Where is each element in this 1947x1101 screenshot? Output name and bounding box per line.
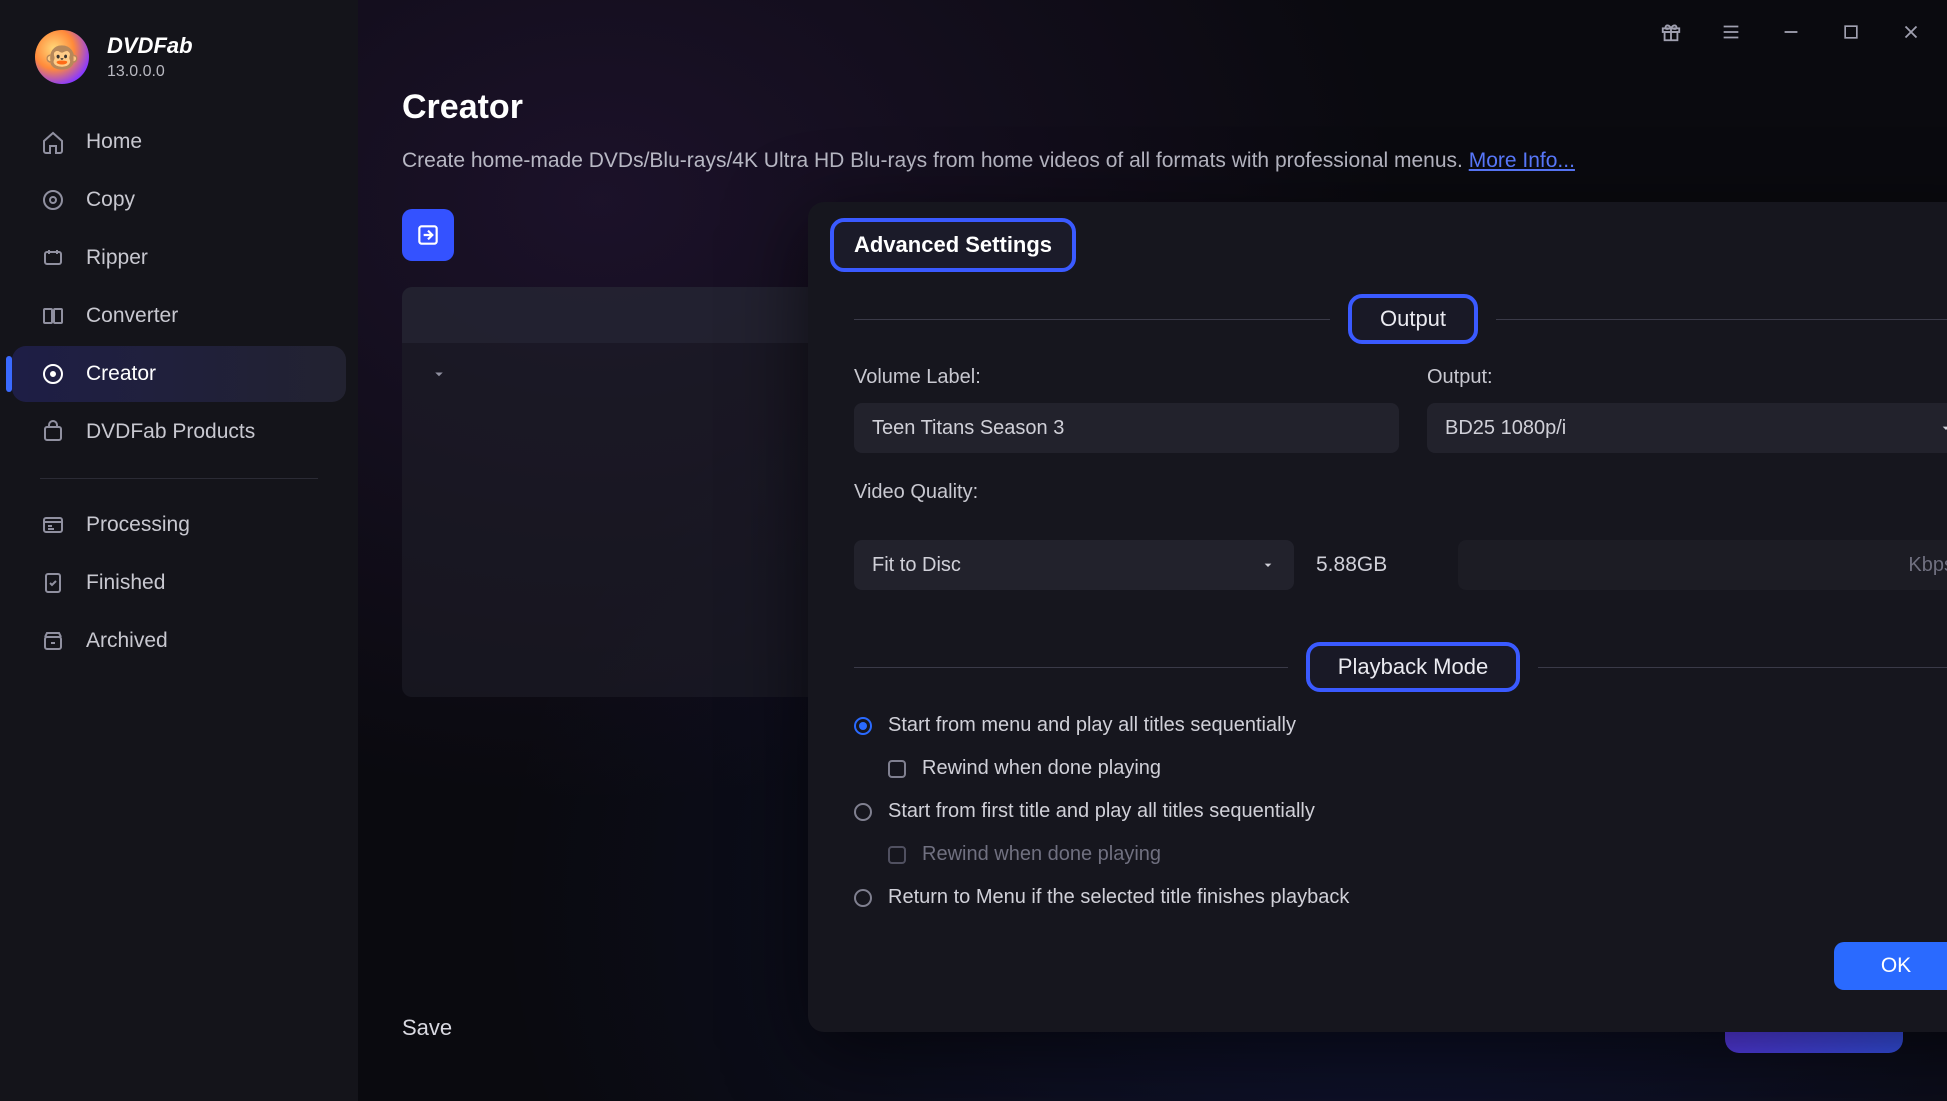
app-frame: 🐵 DVDFab 13.0.0.0 Home Copy xyxy=(0,0,1947,1101)
close-icon[interactable] xyxy=(1893,14,1929,50)
video-quality-select[interactable]: Fit to Disc xyxy=(854,540,1294,590)
sidebar-item-processing[interactable]: Processing xyxy=(12,497,346,553)
sidebar-item-home[interactable]: Home xyxy=(12,114,346,170)
more-info-link[interactable]: More Info... xyxy=(1469,149,1575,172)
brand-block: 🐵 DVDFab 13.0.0.0 xyxy=(0,30,358,114)
sidebar-item-label: Processing xyxy=(86,513,190,537)
section-header-playback: Playback Mode xyxy=(854,642,1947,692)
playback-option-2-rewind: Rewind when done playing xyxy=(854,843,1947,866)
brand-version: 13.0.0.0 xyxy=(107,63,193,81)
sidebar-item-label: Ripper xyxy=(86,246,148,270)
sidebar-item-label: Copy xyxy=(86,188,135,212)
playback-suboption-label: Rewind when done playing xyxy=(922,757,1161,780)
divider xyxy=(854,319,1330,320)
playback-option-1-rewind[interactable]: Rewind when done playing xyxy=(854,757,1947,780)
brand-text: DVDFab 13.0.0.0 xyxy=(107,33,193,81)
modal-title-chip: Advanced Settings xyxy=(830,218,1076,272)
copy-icon xyxy=(40,187,66,213)
checkbox-icon xyxy=(888,760,906,778)
page-title: Creator xyxy=(402,88,1903,127)
nav: Home Copy Ripper Converter xyxy=(0,114,358,671)
archived-icon xyxy=(40,628,66,654)
ripper-icon xyxy=(40,245,66,271)
kbps-unit: Kbps xyxy=(1908,554,1947,577)
mode-button[interactable] xyxy=(402,209,454,261)
video-quality-row: Fit to Disc 5.88GB Kbps xyxy=(808,540,1947,590)
volume-label-value: Teen Titans Season 3 xyxy=(872,417,1064,440)
output-value: BD25 1080p/i xyxy=(1445,417,1566,440)
modal-title: Advanced Settings xyxy=(854,232,1052,257)
brand-name: DVDFab xyxy=(107,33,193,59)
chevron-down-icon xyxy=(1260,557,1276,573)
sidebar-item-archived[interactable]: Archived xyxy=(12,613,346,669)
section-title-output: Output xyxy=(1348,294,1478,344)
sidebar-item-label: Archived xyxy=(86,629,168,653)
radio-icon xyxy=(854,889,872,907)
playback-options: Start from menu and play all titles sequ… xyxy=(808,692,1947,909)
gift-icon[interactable] xyxy=(1653,14,1689,50)
playback-suboption-label: Rewind when done playing xyxy=(922,843,1161,866)
maximize-icon[interactable] xyxy=(1833,14,1869,50)
sidebar-item-products[interactable]: DVDFab Products xyxy=(12,404,346,460)
divider xyxy=(1496,319,1947,320)
playback-option-3[interactable]: Return to Menu if the selected title fin… xyxy=(854,886,1947,909)
volume-label-field: Volume Label: Teen Titans Season 3 xyxy=(854,366,1399,453)
sidebar-item-label: Finished xyxy=(86,571,165,595)
checkbox-icon xyxy=(888,846,906,864)
divider xyxy=(1538,667,1947,668)
playback-option-label: Start from first title and play all titl… xyxy=(888,800,1315,823)
home-icon xyxy=(40,129,66,155)
brand-logo-icon: 🐵 xyxy=(35,30,89,84)
radio-icon xyxy=(854,803,872,821)
creator-icon xyxy=(40,361,66,387)
save-label: Save xyxy=(402,1015,452,1041)
advanced-settings-modal: Advanced Settings Output Volume Label: T… xyxy=(808,202,1947,1032)
nav-divider xyxy=(40,478,318,479)
output-field: Output: BD25 1080p/i xyxy=(1427,366,1947,453)
sidebar-item-label: Creator xyxy=(86,362,156,386)
output-form: Volume Label: Teen Titans Season 3 Outpu… xyxy=(808,344,1947,518)
section-header-output: Output xyxy=(854,294,1947,344)
minimize-icon[interactable] xyxy=(1773,14,1809,50)
ok-button[interactable]: OK xyxy=(1834,942,1947,990)
playback-option-1[interactable]: Start from menu and play all titles sequ… xyxy=(854,714,1947,737)
chevron-down-icon[interactable] xyxy=(430,365,448,383)
radio-icon xyxy=(854,717,872,735)
menu-icon[interactable] xyxy=(1713,14,1749,50)
converter-icon xyxy=(40,303,66,329)
sidebar: 🐵 DVDFab 13.0.0.0 Home Copy xyxy=(0,0,358,1101)
divider xyxy=(854,667,1288,668)
chevron-down-icon xyxy=(1938,420,1947,436)
video-quality-size: 5.88GB xyxy=(1316,553,1436,577)
processing-icon xyxy=(40,512,66,538)
playback-option-label: Return to Menu if the selected title fin… xyxy=(888,886,1349,909)
volume-label-label: Volume Label: xyxy=(854,366,1399,389)
sidebar-item-label: DVDFab Products xyxy=(86,420,255,444)
sidebar-item-converter[interactable]: Converter xyxy=(12,288,346,344)
video-quality-value: Fit to Disc xyxy=(872,554,961,577)
sidebar-item-label: Converter xyxy=(86,304,178,328)
sidebar-item-finished[interactable]: Finished xyxy=(12,555,346,611)
playback-option-2[interactable]: Start from first title and play all titl… xyxy=(854,800,1947,823)
sidebar-item-ripper[interactable]: Ripper xyxy=(12,230,346,286)
video-quality-label: Video Quality: xyxy=(854,481,1947,504)
window-controls xyxy=(1653,14,1929,50)
sidebar-item-creator[interactable]: Creator xyxy=(12,346,346,402)
playback-option-label: Start from menu and play all titles sequ… xyxy=(888,714,1296,737)
volume-label-input[interactable]: Teen Titans Season 3 xyxy=(854,403,1399,453)
kbps-input[interactable]: Kbps xyxy=(1458,540,1947,590)
sidebar-item-label: Home xyxy=(86,130,142,154)
output-label: Output: xyxy=(1427,366,1947,389)
section-title-playback: Playback Mode xyxy=(1306,642,1520,692)
export-icon xyxy=(415,222,441,248)
finished-icon xyxy=(40,570,66,596)
products-icon xyxy=(40,419,66,445)
main-area: Creator Create home-made DVDs/Blu-rays/4… xyxy=(358,0,1947,1101)
output-select[interactable]: BD25 1080p/i xyxy=(1427,403,1947,453)
video-quality-field: Video Quality: xyxy=(854,481,1947,518)
sidebar-item-copy[interactable]: Copy xyxy=(12,172,346,228)
page-description-text: Create home-made DVDs/Blu-rays/4K Ultra … xyxy=(402,149,1469,172)
page-description: Create home-made DVDs/Blu-rays/4K Ultra … xyxy=(402,149,1903,173)
